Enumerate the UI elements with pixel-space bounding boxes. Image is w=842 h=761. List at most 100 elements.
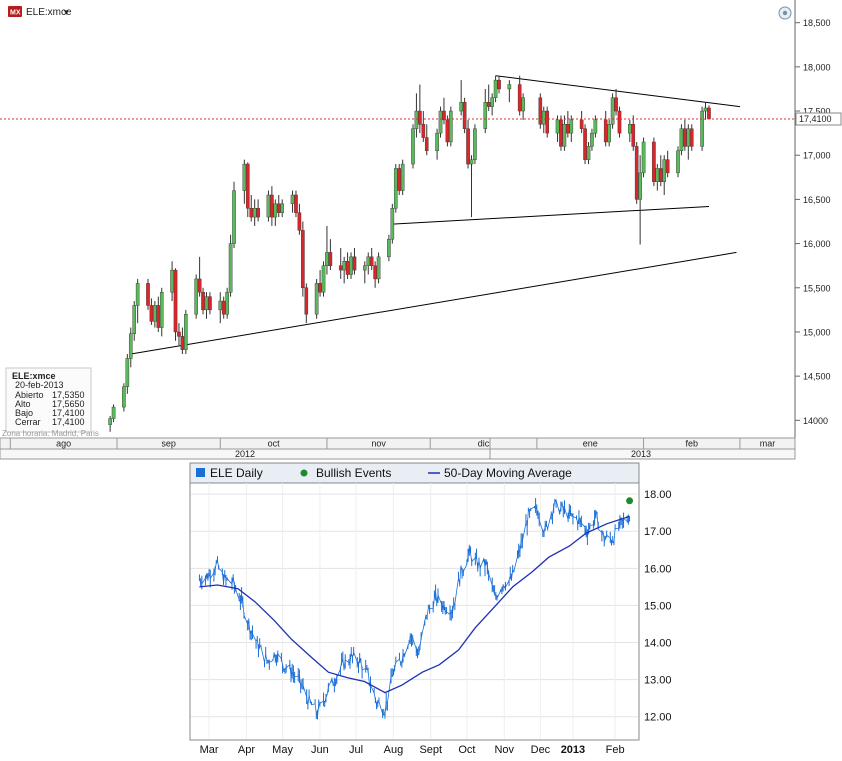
candle-up	[153, 305, 157, 322]
candle-up	[125, 358, 130, 387]
candle-up	[586, 146, 591, 160]
ohlc-info-box: ELE:xmce 20-feb-2013 Abierto 17,5350 Alt…	[5, 367, 92, 433]
candle-down	[276, 203, 281, 213]
candle-up	[459, 102, 463, 112]
month-label: sep	[161, 439, 176, 449]
bottom-price-tick-label: 13.00	[644, 675, 672, 687]
bottom-price-tick-label: 17.00	[644, 526, 672, 538]
bottom-price-tick-label: 18.00	[644, 489, 672, 501]
legend-label-bullish: Bullish Events	[316, 466, 391, 480]
candle-up	[170, 269, 174, 293]
candle-up	[225, 291, 229, 315]
candle-down	[566, 124, 570, 134]
candle-up	[228, 243, 233, 293]
candle-up	[507, 84, 512, 90]
legend-label-daily: ELE Daily	[210, 466, 263, 480]
candle-down	[658, 168, 663, 182]
candle-down	[301, 230, 305, 288]
candle-down	[397, 168, 402, 191]
bottom-price-tick-label: 14.00	[644, 638, 672, 650]
candle-up	[132, 305, 137, 334]
bottom-month-label: Jun	[311, 744, 329, 756]
candle-down	[256, 208, 260, 218]
candle-down	[328, 252, 333, 266]
candle-down	[462, 102, 467, 129]
line-chart[interactable]: ELE Daily Bullish Events 50-Day Moving A…	[0, 460, 842, 761]
candle-down	[369, 256, 374, 266]
candle-up	[184, 314, 188, 350]
bottom-month-label: Apr	[238, 744, 255, 756]
candle-up	[400, 163, 405, 191]
candle-down	[345, 261, 350, 275]
bottom-month-label: May	[272, 744, 293, 756]
bottom-month-label: Jul	[349, 744, 363, 756]
month-label: ago	[56, 439, 71, 449]
candle-down	[579, 119, 584, 129]
candle-up	[493, 79, 498, 98]
candle-down	[689, 128, 694, 147]
year-label-2012: 2012	[235, 449, 255, 459]
candle-down	[180, 336, 185, 350]
candle-up	[490, 97, 494, 107]
candle-up	[266, 194, 271, 218]
year-axis-band	[0, 448, 796, 460]
candle-down	[304, 287, 309, 315]
price-tick-label: 18,500	[803, 18, 831, 28]
candle-up	[703, 107, 708, 112]
candle-up	[242, 163, 247, 191]
candle-down	[197, 278, 202, 293]
candle-up	[555, 119, 560, 134]
symbol-menu[interactable]: MX ELE:xmce ▾	[8, 6, 72, 18]
candle-up	[232, 190, 236, 244]
chevron-down-icon[interactable]: ▾	[64, 7, 69, 17]
candle-up	[411, 128, 415, 165]
candle-down	[149, 305, 154, 322]
candle-up	[252, 208, 257, 218]
source-note: Zona horaria: Madrid, Paris	[2, 429, 99, 438]
candle-up	[128, 333, 133, 359]
candle-up	[194, 278, 198, 315]
month-label: feb	[685, 439, 698, 449]
bottom-month-label: Aug	[384, 744, 404, 756]
candle-up	[135, 283, 140, 306]
bullish-event-marker	[626, 497, 634, 505]
candle-up	[204, 296, 209, 311]
candle-down	[221, 300, 226, 315]
price-tick-label: 16,500	[803, 195, 831, 205]
candle-up	[638, 172, 642, 200]
candle-down	[294, 194, 298, 213]
candle-down	[177, 331, 181, 337]
month-label: ene	[583, 439, 598, 449]
candle-down	[421, 124, 426, 138]
candle-up	[541, 110, 546, 125]
legend-swatch-daily	[196, 468, 205, 477]
candlestick-chart[interactable]: 14000 14,500 15,000 15,500 16,000 16,500 17,00…	[0, 0, 842, 460]
month-label: mar	[760, 439, 776, 449]
chart-settings-icon[interactable]	[778, 6, 792, 20]
price-tick-label: 17,000	[803, 151, 831, 161]
candle-up	[387, 238, 391, 258]
bottom-month-label: Oct	[458, 744, 475, 756]
candle-up	[376, 256, 381, 280]
candle-up	[393, 168, 398, 209]
candle-up	[473, 128, 477, 160]
candle-up	[641, 141, 646, 174]
candle-down	[424, 137, 429, 152]
candle-up	[321, 265, 326, 293]
candle-down	[270, 194, 274, 218]
candle-down	[614, 97, 618, 112]
candle-up	[521, 97, 525, 112]
bottom-month-label: Feb	[606, 744, 625, 756]
candle-down	[559, 119, 563, 147]
bottom-month-label: Nov	[494, 744, 514, 756]
candle-down	[201, 291, 205, 311]
price-tick-label: 15,000	[803, 327, 831, 337]
legend-item-moving-average[interactable]: 50-Day Moving Average	[428, 466, 572, 480]
candle-up	[122, 386, 126, 408]
month-label: nov	[371, 439, 386, 449]
candle-up	[700, 110, 704, 147]
candle-up	[449, 110, 453, 143]
bottom-month-label: 2013	[561, 744, 585, 756]
candle-up	[483, 102, 488, 129]
bottom-price-tick-label: 16.00	[644, 563, 672, 575]
